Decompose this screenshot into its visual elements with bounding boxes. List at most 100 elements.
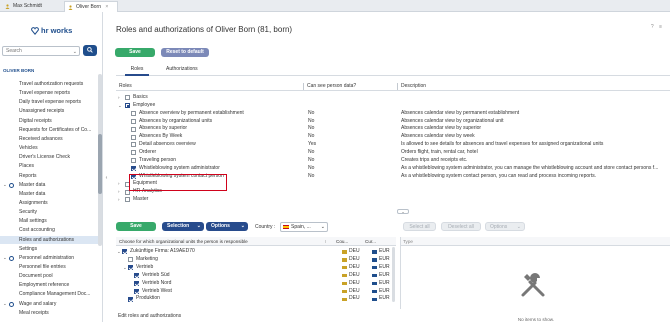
role-row[interactable]: Absences By Week No Absences calendar view…	[116, 133, 670, 141]
sidebar-item[interactable]: Travel expense reports	[0, 89, 98, 97]
sidebar-item[interactable]: Master data	[0, 190, 98, 198]
org-row[interactable]: Vertrieb Süd DEU EUR	[116, 272, 396, 280]
sidebar-item[interactable]: ⌄ Personnel administration	[0, 254, 98, 262]
chevron-right-icon[interactable]: ›	[118, 94, 120, 102]
chevron-down-icon[interactable]: ⌄	[3, 254, 7, 262]
org-checkbox[interactable]	[128, 265, 133, 271]
chevron-right-icon[interactable]: ›	[118, 188, 120, 196]
sidebar-scrollbar[interactable]	[98, 74, 102, 246]
role-checkbox[interactable]	[131, 126, 136, 132]
sidebar-item[interactable]: Personnel file entries	[0, 263, 98, 271]
column-header-can-see-person-data[interactable]: Can see person data?	[307, 82, 356, 91]
role-row[interactable]: › Master	[116, 196, 670, 204]
column-header-description[interactable]: Description	[401, 82, 426, 91]
deselect-all-button[interactable]: Deselect all	[441, 222, 481, 231]
org-checkbox[interactable]	[128, 296, 133, 302]
sidebar-item[interactable]: Mail settings	[0, 217, 98, 225]
sidebar-item[interactable]: Travel authorization requests	[0, 80, 98, 88]
role-row[interactable]: Absences by superior No Absences calendar …	[116, 125, 670, 133]
chevron-down-icon[interactable]: ⌄	[73, 48, 77, 56]
role-row[interactable]: Traveling person No Creates trips and rece…	[116, 157, 670, 165]
role-row[interactable]: Absence overview by permanent establishm…	[116, 110, 670, 118]
org-row[interactable]: ⌄ Zukünftige Firma: A19AED70 DEU EUR	[116, 248, 396, 256]
search-button[interactable]	[83, 45, 97, 56]
help-icon[interactable]: ? ≡	[651, 24, 664, 30]
chevron-down-icon[interactable]: ⌄	[118, 102, 122, 110]
options-right-dropdown[interactable]: Options ⌄	[485, 222, 525, 231]
column-header-roles[interactable]: Roles	[119, 82, 132, 91]
sidebar-item[interactable]: Meal receipts	[0, 309, 98, 317]
top-tab-max-schmidt[interactable]: Max Schmidt	[2, 1, 60, 12]
sidebar-item[interactable]: Assignments	[0, 199, 98, 207]
sidebar-item[interactable]: Driver's License Check	[0, 153, 98, 161]
sidebar-item[interactable]: Reports	[0, 172, 98, 180]
role-checkbox[interactable]	[131, 142, 136, 148]
column-header-currency[interactable]: Cur...	[365, 237, 376, 246]
select-all-button[interactable]: Select all	[403, 222, 436, 231]
org-table-scrollbar[interactable]	[392, 247, 395, 302]
org-checkbox[interactable]	[128, 257, 133, 263]
role-checkbox[interactable]	[131, 150, 136, 156]
org-save-button[interactable]: Save	[116, 222, 156, 231]
role-checkbox[interactable]	[125, 197, 130, 203]
sidebar-item[interactable]: Roles and authorizations	[0, 235, 98, 244]
reset-to-default-button[interactable]: Reset to default	[161, 48, 209, 57]
sidebar-item[interactable]: Requests for Certificates of Co...	[0, 126, 98, 134]
sidebar-item[interactable]: Received advances	[0, 135, 98, 143]
sidebar-item[interactable]: ⌄ Wage and salary	[0, 300, 98, 308]
sidebar-item[interactable]: Compliance Management Doc...	[0, 290, 98, 298]
sidebar-item[interactable]: Employment reference	[0, 281, 98, 289]
sidebar-item[interactable]: Vehicles	[0, 144, 98, 152]
tab-authorizations[interactable]: Authorizations	[166, 64, 206, 76]
role-checkbox[interactable]	[131, 134, 136, 140]
column-header-org-units[interactable]: Choose for which organizational units th…	[119, 237, 248, 246]
search-input[interactable]: Search ⌄	[2, 46, 80, 56]
org-row[interactable]: ⌄ Vertrieb DEU EUR	[116, 264, 396, 272]
sidebar-item[interactable]: Cost accounting	[0, 226, 98, 234]
role-checkbox[interactable]	[131, 111, 136, 117]
tab-roles[interactable]: Roles	[125, 64, 149, 76]
role-checkbox[interactable]	[131, 118, 136, 124]
chevron-down-icon[interactable]: ⌄	[117, 248, 121, 256]
role-row[interactable]: Orderer No Orders flight, train, rental ca…	[116, 149, 670, 157]
role-checkbox[interactable]	[131, 158, 136, 164]
role-row[interactable]: Detail absences overview Yes Is allowed to…	[116, 141, 670, 149]
role-checkbox[interactable]	[125, 103, 130, 109]
close-icon[interactable]: ×	[105, 4, 108, 10]
role-row[interactable]: Whistleblowing system administrator No As …	[116, 165, 670, 173]
org-row[interactable]: Vertrieb West DEU EUR	[116, 288, 396, 296]
options-dropdown[interactable]: Options ⌄	[206, 222, 248, 231]
top-tab-oliver-born[interactable]: Oliver Born ×	[64, 1, 118, 12]
country-select[interactable]: Spain, ... ⌄	[280, 222, 328, 232]
org-checkbox[interactable]	[134, 273, 139, 279]
org-checkbox[interactable]	[134, 288, 139, 294]
role-row[interactable]: Absences by organizational units No Absenc…	[116, 118, 670, 126]
selection-dropdown[interactable]: Selection ⌄	[162, 222, 204, 231]
scroll-down-icon[interactable]: ⌄	[397, 209, 409, 214]
sidebar-collapse-icon[interactable]: ‹	[103, 175, 110, 184]
sidebar-item[interactable]: Settings	[0, 245, 98, 253]
org-row[interactable]: Produktion DEU EUR	[116, 295, 396, 303]
column-menu-icon[interactable]: ⁝	[325, 237, 326, 246]
chevron-down-icon[interactable]: ⌄	[3, 181, 7, 189]
save-button[interactable]: Save	[115, 48, 155, 57]
sidebar-item[interactable]: Unassigned receipts	[0, 107, 98, 115]
sidebar-item[interactable]: ⌄ Master data	[0, 181, 98, 189]
chevron-right-icon[interactable]: ›	[118, 196, 120, 204]
sidebar-item[interactable]: Digital receipts	[0, 117, 98, 125]
column-header-country[interactable]: Cou...	[336, 237, 348, 246]
role-checkbox[interactable]	[131, 166, 136, 172]
role-row[interactable]: ⌄ Employee	[116, 102, 670, 110]
org-checkbox[interactable]	[122, 249, 127, 255]
sidebar-item[interactable]: Places	[0, 162, 98, 170]
chevron-down-icon[interactable]: ⌄	[3, 300, 7, 308]
role-row[interactable]: › Basics	[116, 94, 670, 102]
org-checkbox[interactable]	[134, 280, 139, 286]
chevron-down-icon[interactable]: ⌄	[123, 264, 127, 272]
org-row[interactable]: Vertrieb Nord DEU EUR	[116, 280, 396, 288]
role-checkbox[interactable]	[125, 95, 130, 101]
sidebar-item[interactable]: Document pool	[0, 272, 98, 280]
org-row[interactable]: Marketing DEU EUR	[116, 256, 396, 264]
chevron-right-icon[interactable]: ›	[118, 180, 120, 188]
sidebar-item[interactable]: Daily travel expense reports	[0, 98, 98, 106]
